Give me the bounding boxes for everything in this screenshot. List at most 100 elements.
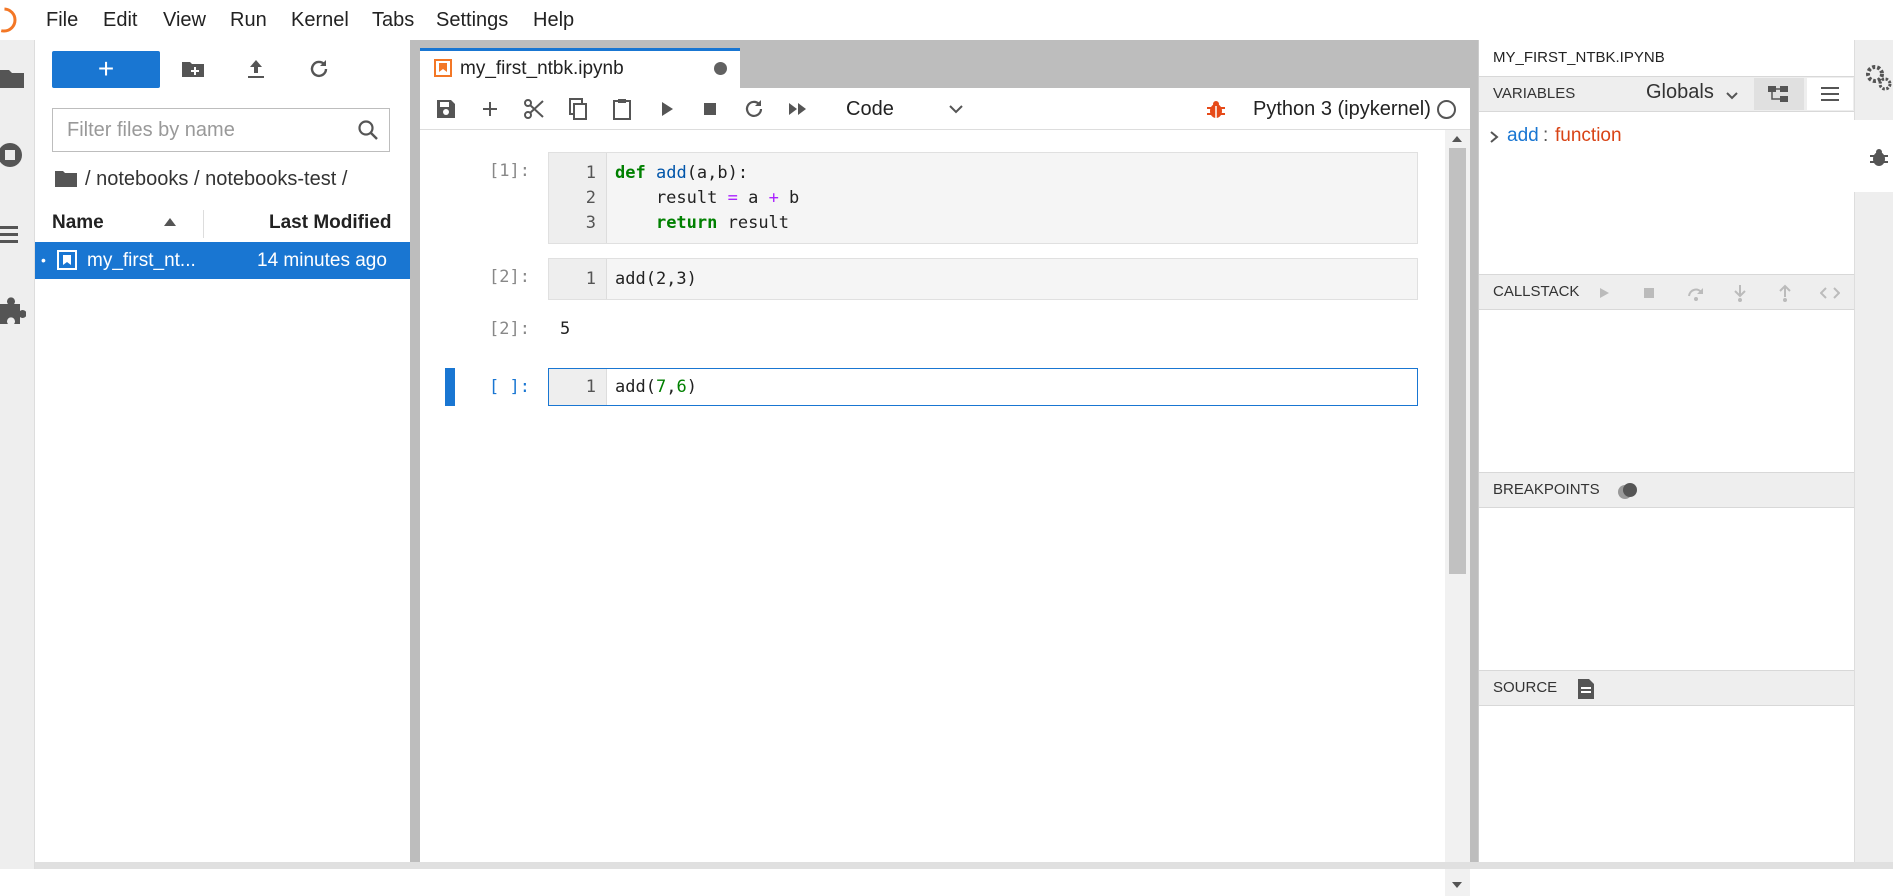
cell-output: 5	[560, 319, 571, 339]
variables-header: VARIABLES Globals	[1479, 76, 1855, 112]
scope-select[interactable]: Globals	[1646, 75, 1714, 109]
cell-prompt: [ ]:	[489, 377, 530, 397]
code-cell-3-active[interactable]: 1 add(7,6)	[548, 368, 1418, 406]
code-cell-2[interactable]: 1 add(2,3)	[548, 258, 1418, 300]
file-row-selected[interactable]: • my_first_nt... 14 minutes ago	[35, 242, 410, 279]
column-header-last-modified[interactable]: Last Modified	[269, 204, 391, 242]
new-launcher-button[interactable]: +	[52, 51, 160, 88]
save-icon[interactable]	[434, 97, 458, 121]
filter-files-input[interactable]	[53, 109, 343, 151]
code-text[interactable]: add(2,3)	[615, 267, 697, 292]
variables-label: VARIABLES	[1493, 85, 1576, 102]
column-divider	[203, 210, 204, 238]
status-bar	[35, 862, 1893, 869]
restart-kernel-icon[interactable]	[742, 97, 766, 121]
debugger-tab[interactable]	[1854, 120, 1893, 192]
extension-puzzle-icon[interactable]	[0, 296, 26, 326]
search-icon[interactable]	[357, 119, 379, 141]
line-number: 1	[585, 377, 596, 397]
notebook-panel: Code Python 3 (ipykernel) [1]: 1 2 3 def…	[420, 88, 1470, 896]
notebook-tab[interactable]: my_first_ntbk.ipynb	[420, 48, 740, 88]
new-folder-icon[interactable]	[181, 57, 205, 81]
line-number-gutter: 1	[549, 369, 607, 405]
chevron-right-icon[interactable]	[1489, 131, 1499, 143]
file-name: my_first_nt...	[87, 250, 196, 271]
debugger-panel: MY_FIRST_NTBK.IPYNB VARIABLES Globals ad…	[1478, 40, 1855, 869]
notebook-area: my_first_ntbk.ipynb Code Python 3 (ipyke…	[418, 40, 1478, 896]
paste-icon[interactable]	[610, 97, 634, 121]
code-cell-1[interactable]: 1 2 3 def add(a,b): result = a + b retur…	[548, 152, 1418, 244]
step-in-icon[interactable]	[1732, 284, 1748, 302]
left-activity-bar	[0, 40, 35, 869]
filter-files-field[interactable]	[52, 108, 390, 152]
source-header: SOURCE	[1479, 670, 1855, 706]
line-number: 1	[585, 163, 596, 183]
breakpoints-label: BREAKPOINTS	[1493, 481, 1600, 498]
menu-kernel[interactable]: Kernel	[291, 0, 349, 40]
continue-icon[interactable]	[1597, 286, 1611, 300]
notebook-cells: [1]: 1 2 3 def add(a,b): result = a + b …	[420, 130, 1445, 896]
remove-breakpoints-icon[interactable]	[1616, 481, 1640, 501]
line-number-gutter: 1 2 3	[549, 153, 607, 243]
debugger-bug-icon[interactable]	[1205, 98, 1227, 120]
terminate-icon[interactable]	[1642, 286, 1656, 300]
menu-file[interactable]: File	[46, 0, 78, 40]
menu-help[interactable]: Help	[533, 0, 574, 40]
variable-value: function	[1555, 125, 1622, 146]
running-stop-icon[interactable]	[0, 140, 26, 170]
callstack-header: CALLSTACK	[1479, 274, 1855, 310]
table-view-toggle[interactable]	[1807, 78, 1853, 110]
menu-tabs[interactable]: Tabs	[372, 0, 414, 40]
file-modified: 14 minutes ago	[257, 250, 387, 271]
notebook-tab-title: my_first_ntbk.ipynb	[460, 58, 624, 79]
notebook-tab-icon	[434, 59, 452, 77]
jupyter-logo-icon	[0, 6, 18, 34]
folder-icon[interactable]	[0, 64, 26, 94]
step-over-icon[interactable]	[1686, 284, 1706, 302]
breadcrumb[interactable]: / notebooks / notebooks-test /	[85, 164, 347, 194]
breakpoints-header: BREAKPOINTS	[1479, 472, 1855, 508]
menu-run[interactable]: Run	[230, 0, 267, 40]
scroll-down-icon[interactable]	[1451, 880, 1463, 890]
menu-edit[interactable]: Edit	[103, 0, 137, 40]
menu-settings[interactable]: Settings	[436, 0, 508, 40]
breadcrumb-folder-icon[interactable]	[55, 169, 77, 189]
notebook-toolbar: Code Python 3 (ipykernel)	[420, 88, 1470, 130]
table-of-contents-icon[interactable]	[0, 222, 26, 252]
insert-cell-icon[interactable]	[478, 97, 502, 121]
interrupt-stop-icon[interactable]	[698, 97, 722, 121]
run-icon[interactable]	[654, 97, 678, 121]
property-inspector-gears-icon[interactable]	[1865, 62, 1893, 94]
tree-view-toggle[interactable]	[1754, 78, 1804, 110]
notebook-scrollbar[interactable]	[1445, 130, 1470, 896]
panel-splitter[interactable]	[410, 40, 418, 869]
copy-icon[interactable]	[566, 97, 590, 121]
scrollbar-thumb[interactable]	[1449, 148, 1466, 574]
line-number: 3	[585, 213, 596, 233]
output-prompt: [2]:	[489, 319, 530, 339]
step-out-icon[interactable]	[1777, 284, 1793, 302]
cut-icon[interactable]	[522, 97, 546, 121]
cell-type-select[interactable]: Code	[846, 94, 894, 124]
chevron-down-icon[interactable]	[948, 101, 964, 117]
right-activity-bar	[1854, 40, 1893, 869]
menubar: File Edit View Run Kernel Tabs Settings …	[0, 0, 1893, 40]
scroll-up-icon[interactable]	[1451, 134, 1463, 144]
upload-icon[interactable]	[244, 57, 268, 81]
sort-ascending-icon[interactable]	[163, 216, 177, 228]
unsaved-dot-icon[interactable]	[714, 62, 727, 75]
callstack-label: CALLSTACK	[1493, 283, 1580, 300]
refresh-icon[interactable]	[307, 57, 331, 81]
kernel-name[interactable]: Python 3 (ipykernel)	[1253, 94, 1431, 124]
running-dot-icon: •	[41, 252, 46, 268]
restart-run-all-icon[interactable]	[786, 97, 810, 121]
line-number: 2	[585, 188, 596, 208]
code-text[interactable]: def add(a,b): result = a + b return resu…	[615, 161, 799, 236]
column-header-name[interactable]: Name	[52, 204, 104, 242]
code-brackets-icon[interactable]	[1820, 286, 1840, 300]
variable-name: add	[1507, 125, 1539, 146]
open-source-file-icon[interactable]	[1576, 678, 1596, 700]
menu-view[interactable]: View	[163, 0, 206, 40]
code-text[interactable]: add(7,6)	[615, 375, 697, 400]
chevron-down-icon[interactable]	[1725, 89, 1739, 103]
